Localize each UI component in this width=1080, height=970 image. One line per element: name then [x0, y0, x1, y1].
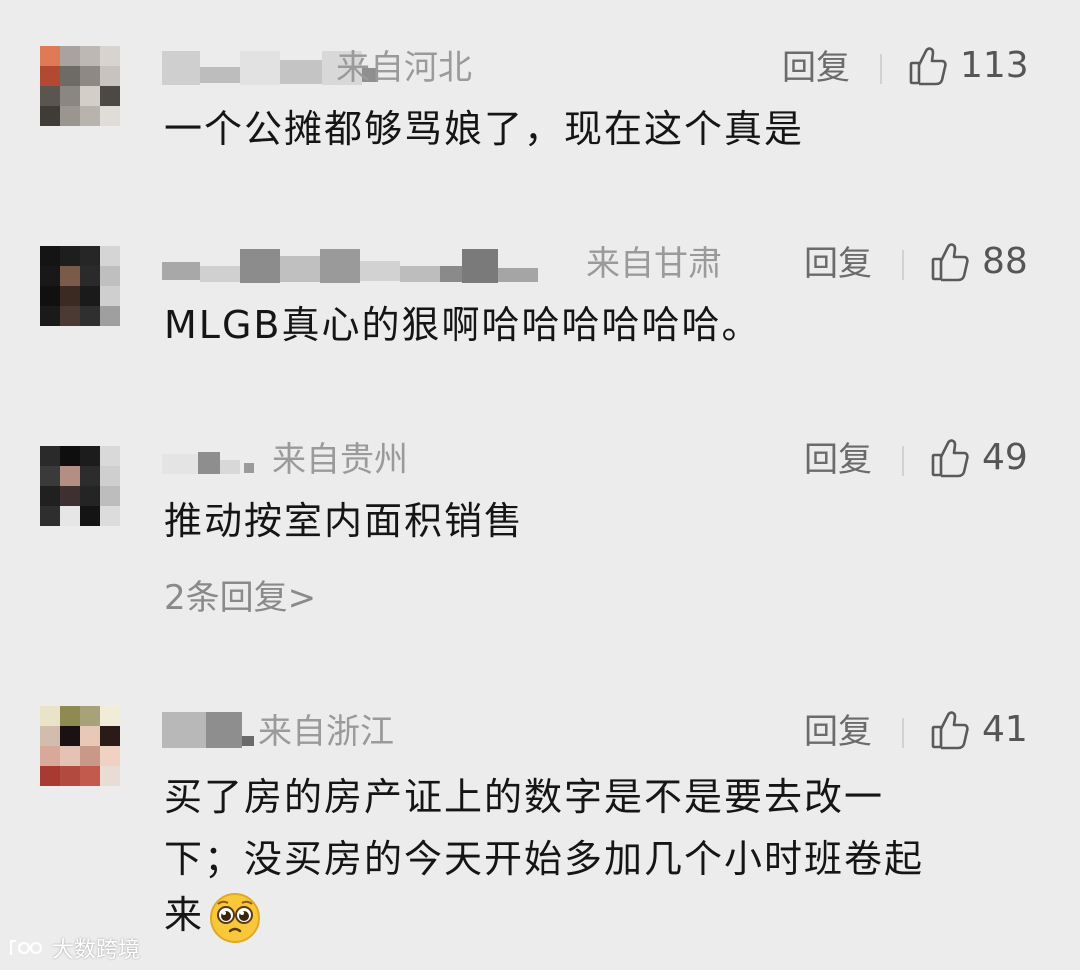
watermark-text: 大数跨境 — [52, 938, 141, 963]
comment-text: 买了房的房产证上的数字是不是要去改一 — [164, 775, 885, 819]
reply-button[interactable]: 回复 — [804, 712, 872, 752]
reply-button[interactable]: 回复 — [804, 440, 872, 480]
pleading-face-emoji — [210, 892, 261, 943]
region-label: 来自贵州 — [272, 440, 408, 480]
comment-text: 下；没买房的今天开始多加几个小时班卷起 — [164, 837, 925, 881]
avatar[interactable] — [40, 246, 120, 326]
like-button[interactable]: 49 — [930, 436, 1028, 480]
watermark-logo-icon — [9, 939, 43, 955]
thumbs-up-icon — [931, 711, 969, 750]
username-blurred[interactable] — [162, 440, 254, 480]
avatar[interactable] — [40, 706, 120, 786]
like-count: 88 — [982, 241, 1028, 282]
comment-item: 来自浙江 回复 41 买了房的房产证上的数字是不是要去改一 下；没买房的今天开始… — [0, 0, 1080, 943]
thumbs-up-icon — [931, 243, 969, 282]
comment-text: 来 — [164, 893, 205, 937]
watermark: 大数跨境 — [8, 932, 140, 964]
like-count: 49 — [982, 437, 1028, 478]
avatar[interactable] — [40, 446, 120, 526]
reply-button[interactable]: 回复 — [804, 244, 872, 284]
divider — [902, 446, 904, 476]
more-replies-link[interactable]: 2条回复> — [164, 576, 316, 620]
divider — [902, 250, 904, 280]
region-label: 来自甘肃 — [586, 244, 722, 284]
username-blurred[interactable] — [162, 246, 538, 286]
comment-text: 推动按室内面积销售 — [164, 499, 525, 543]
comment-text: MLGB真心的狠啊哈哈哈哈哈哈。 — [164, 303, 762, 347]
like-count: 41 — [982, 709, 1028, 750]
comment-text-last-line: 来 — [164, 884, 262, 946]
thumbs-up-icon — [931, 439, 969, 478]
region-label: 来自浙江 — [258, 712, 394, 752]
username-blurred[interactable] — [162, 710, 254, 750]
like-button[interactable]: 41 — [930, 708, 1028, 752]
divider — [902, 718, 904, 748]
like-button[interactable]: 88 — [930, 240, 1028, 284]
